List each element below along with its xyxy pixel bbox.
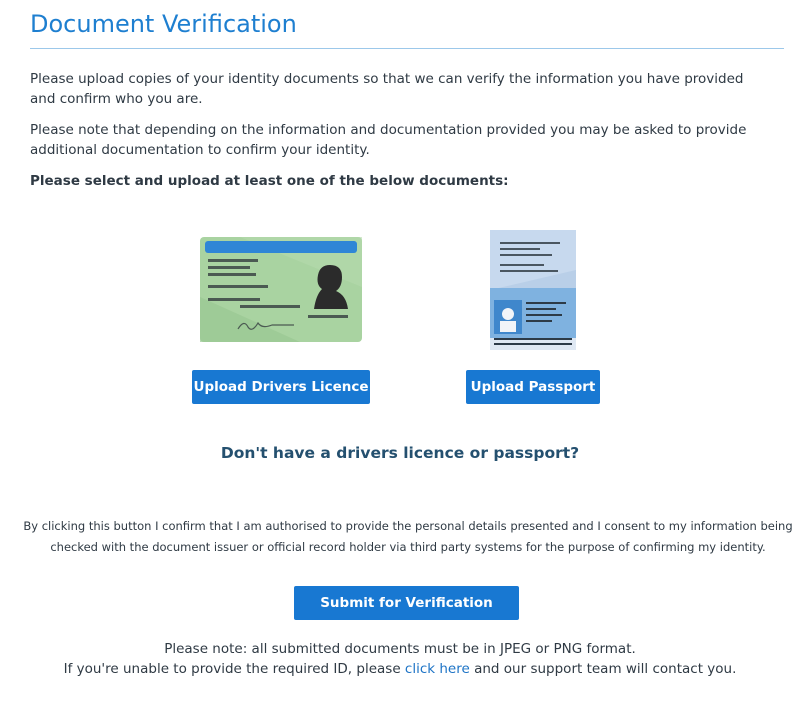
upload-passport-button[interactable]: Upload Passport (466, 370, 600, 404)
intro-text: Please upload copies of your identity do… (30, 71, 744, 107)
upload-drivers-licence-button[interactable]: Upload Drivers Licence (192, 370, 370, 404)
support-note-prefix: If you're unable to provide the required… (63, 661, 405, 677)
consent-text: By clicking this button I confirm that I… (23, 519, 793, 554)
submit-verification-button[interactable]: Submit for Verification (294, 586, 519, 620)
drivers-licence-card-icon (200, 237, 362, 342)
select-prompt: Please select and upload at least one of… (30, 173, 509, 189)
format-note: Please note: all submitted documents mus… (164, 641, 636, 657)
click-here-link[interactable]: click here (405, 661, 470, 677)
support-note-suffix: and our support team will contact you. (469, 661, 737, 677)
page-title: Document Verification (30, 10, 297, 38)
additional-docs-note: Please note that depending on the inform… (30, 122, 747, 158)
support-note: If you're unable to provide the required… (0, 659, 800, 679)
passport-icon (490, 230, 576, 350)
no-documents-heading[interactable]: Don't have a drivers licence or passport… (0, 444, 800, 462)
title-divider (30, 48, 784, 49)
